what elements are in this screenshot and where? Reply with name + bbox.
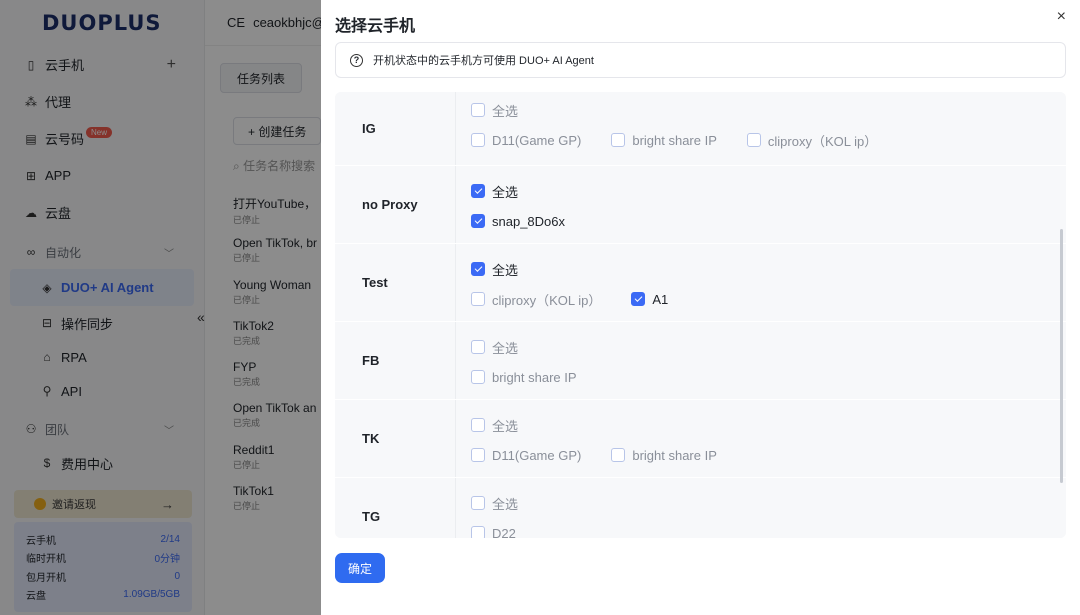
checkbox-label: snap_8Do6x	[492, 213, 565, 229]
checkbox-label: 全选	[492, 184, 519, 200]
phone-group-row: TG 全选 D22	[335, 478, 1066, 538]
drawer-title: 选择云手机	[335, 18, 416, 35]
checkbox-label: bright share IP	[632, 447, 717, 463]
options-line: D11(Game GP) bright share IP	[471, 440, 1066, 470]
checkbox-label: D11(Game GP)	[492, 447, 582, 463]
checkbox-unchecked-icon[interactable]	[746, 133, 761, 147]
group-options: 全选 D11(Game GP) bright share IP cliproxy（KO…	[455, 92, 1066, 165]
select-all-checkbox[interactable]: 全选	[471, 338, 518, 357]
phone-checkbox[interactable]: cliproxy（KOL ip）	[471, 290, 601, 309]
phone-checkbox[interactable]: D22	[471, 525, 516, 539]
checkbox-unchecked-icon[interactable]	[471, 526, 485, 538]
phone-group-row: Test 全选 cliproxy（KOL ip） A1	[335, 244, 1066, 322]
checkbox-label: D11(Game GP)	[492, 132, 582, 148]
group-options: 全选 snap_8Do6x	[455, 166, 1066, 243]
checkbox-label: cliproxy（KOL ip）	[767, 133, 878, 149]
options-line: snap_8Do6x	[471, 206, 1066, 236]
group-name: TG	[335, 478, 455, 538]
phone-group-row: TK 全选 D11(Game GP) bright share IP	[335, 400, 1066, 478]
checkbox-unchecked-icon[interactable]	[471, 340, 485, 354]
group-name: no Proxy	[335, 166, 455, 243]
select-all-checkbox[interactable]: 全选	[471, 182, 518, 201]
group-options: 全选 D22	[455, 478, 1066, 538]
checkbox-label: bright share IP	[492, 369, 577, 385]
question-icon: ?	[350, 53, 363, 67]
select-all-checkbox[interactable]: 全选	[471, 260, 518, 279]
checkbox-label: 全选	[492, 418, 519, 434]
phone-checkbox[interactable]: A1	[631, 292, 668, 307]
select-all-line: 全选	[471, 410, 1066, 440]
phone-checkbox[interactable]: cliproxy（KOL ip）	[746, 131, 878, 150]
checkbox-checked-icon[interactable]	[631, 292, 646, 306]
checkbox-unchecked-icon[interactable]	[471, 292, 485, 306]
checkbox-unchecked-icon[interactable]	[471, 418, 485, 432]
checkbox-label: 全选	[492, 496, 519, 512]
checkbox-unchecked-icon[interactable]	[611, 448, 626, 462]
checkbox-label: cliproxy（KOL ip）	[492, 292, 602, 308]
checkbox-label: A1	[652, 291, 669, 307]
group-name: TK	[335, 400, 455, 477]
phone-group-row: FB 全选 bright share IP	[335, 322, 1066, 400]
phone-checkbox[interactable]: bright share IP	[611, 133, 717, 148]
checkbox-label: D22	[492, 525, 516, 539]
options-line: D22	[471, 518, 1066, 538]
select-all-line: 全选	[471, 332, 1066, 362]
phone-group-row: no Proxy 全选 snap_8Do6x	[335, 166, 1066, 244]
select-phone-drawer: 选择云手机 × ? 开机状态中的云手机方可使用 DUO+ AI Agent IG…	[321, 0, 1080, 615]
checkbox-label: 全选	[492, 103, 519, 119]
checkbox-unchecked-icon[interactable]	[471, 496, 485, 510]
select-all-checkbox[interactable]: 全选	[471, 101, 518, 120]
checkbox-checked-icon[interactable]	[471, 214, 485, 228]
options-line: cliproxy（KOL ip） A1	[471, 284, 1066, 314]
select-all-line: 全选	[471, 488, 1066, 518]
checkbox-label: bright share IP	[632, 132, 717, 148]
group-name: IG	[335, 92, 455, 165]
phone-checkbox[interactable]: bright share IP	[611, 448, 717, 463]
checkbox-unchecked-icon[interactable]	[611, 133, 626, 147]
phone-checkbox[interactable]: bright share IP	[471, 370, 577, 385]
select-all-line: 全选	[471, 176, 1066, 206]
checkbox-unchecked-icon[interactable]	[471, 448, 485, 462]
checkbox-unchecked-icon[interactable]	[471, 370, 485, 384]
group-name: FB	[335, 322, 455, 399]
checkbox-label: 全选	[492, 340, 519, 356]
confirm-button[interactable]: 确定	[335, 553, 385, 583]
group-options: 全选 bright share IP	[455, 322, 1066, 399]
phone-group-list[interactable]: IG 全选 D11(Game GP) bright share IP cliproxy（…	[335, 92, 1066, 538]
select-all-line: 全选	[471, 95, 1066, 125]
phone-checkbox[interactable]: snap_8Do6x	[471, 214, 565, 229]
group-name: Test	[335, 244, 455, 321]
phone-checkbox[interactable]: D11(Game GP)	[471, 133, 581, 148]
info-tip: ? 开机状态中的云手机方可使用 DUO+ AI Agent	[335, 42, 1066, 78]
checkbox-checked-icon[interactable]	[471, 262, 485, 276]
checkbox-label: 全选	[492, 262, 519, 278]
checkbox-unchecked-icon[interactable]	[471, 103, 485, 117]
checkbox-unchecked-icon[interactable]	[471, 133, 485, 147]
phone-checkbox[interactable]: D11(Game GP)	[471, 448, 581, 463]
close-icon[interactable]: ×	[1057, 8, 1066, 26]
checkbox-checked-icon[interactable]	[471, 184, 485, 198]
options-line: D11(Game GP) bright share IP cliproxy（KOL …	[471, 125, 1066, 155]
select-all-checkbox[interactable]: 全选	[471, 416, 518, 435]
group-options: 全选 D11(Game GP) bright share IP	[455, 400, 1066, 477]
group-options: 全选 cliproxy（KOL ip） A1	[455, 244, 1066, 321]
tip-text: 开机状态中的云手机方可使用 DUO+ AI Agent	[373, 55, 594, 67]
scrollbar[interactable]	[1060, 229, 1063, 483]
select-all-checkbox[interactable]: 全选	[471, 494, 518, 513]
select-all-line: 全选	[471, 254, 1066, 284]
options-line: bright share IP	[471, 362, 1066, 392]
phone-group-row: IG 全选 D11(Game GP) bright share IP cliproxy（…	[335, 92, 1066, 166]
groups-container: IG 全选 D11(Game GP) bright share IP cliproxy（…	[335, 92, 1066, 538]
